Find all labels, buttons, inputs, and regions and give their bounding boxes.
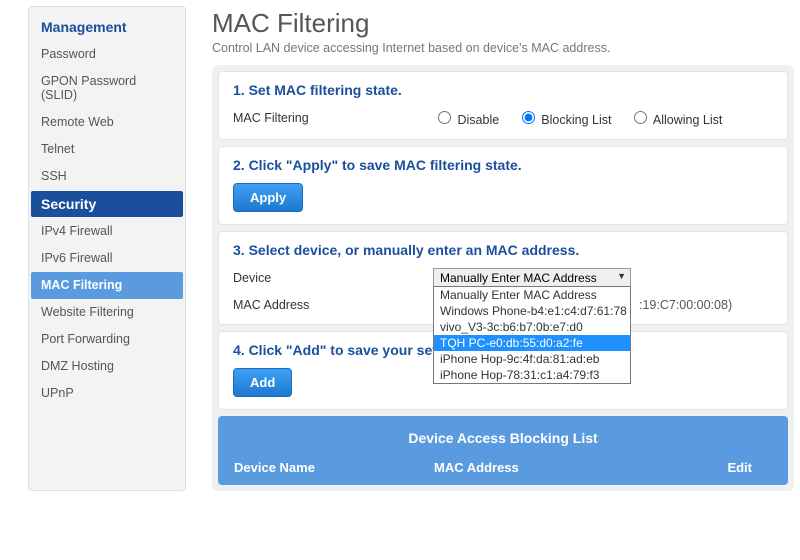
mac-example-text: :19:C7:00:00:08)	[639, 298, 732, 312]
blocking-list-panel: Device Access Blocking List Device Name …	[218, 416, 788, 485]
main-content: MAC Filtering Control LAN device accessi…	[186, 6, 794, 491]
page-subtitle: Control LAN device accessing Internet ba…	[212, 41, 794, 55]
sidebar-item-upnp[interactable]: UPnP	[31, 380, 183, 407]
apply-button[interactable]: Apply	[233, 183, 303, 212]
panel-apply: 2. Click "Apply" to save MAC filtering s…	[218, 146, 788, 225]
radio-blocking-label[interactable]: Blocking List	[517, 113, 612, 127]
device-label: Device	[233, 271, 433, 285]
config-region: 1. Set MAC filtering state. MAC Filterin…	[212, 65, 794, 491]
blocking-list-title: Device Access Blocking List	[234, 430, 772, 446]
radio-disable[interactable]	[438, 111, 451, 124]
sidebar: Management Password GPON Password (SLID)…	[28, 6, 186, 491]
page-title: MAC Filtering	[212, 8, 794, 39]
device-dropdown: Manually Enter MAC Address Windows Phone…	[433, 286, 631, 384]
sidebar-item-website-filtering[interactable]: Website Filtering	[31, 299, 183, 326]
radio-disable-label[interactable]: Disable	[433, 113, 499, 127]
sidebar-heading-management: Management	[31, 11, 183, 41]
panel-device-heading: 3. Select device, or manually enter an M…	[233, 242, 773, 258]
col-mac-address: MAC Address	[434, 460, 624, 475]
dropdown-option[interactable]: Manually Enter MAC Address	[434, 287, 630, 303]
sidebar-item-ipv6-firewall[interactable]: IPv6 Firewall	[31, 245, 183, 272]
mac-address-label: MAC Address	[233, 298, 433, 312]
dropdown-option[interactable]: vivo_V3-3c:b6:b7:0b:e7:d0	[434, 319, 630, 335]
sidebar-item-ipv4-firewall[interactable]: IPv4 Firewall	[31, 218, 183, 245]
radio-allowing-label[interactable]: Allowing List	[629, 113, 722, 127]
sidebar-item-port-forwarding[interactable]: Port Forwarding	[31, 326, 183, 353]
panel-device: 3. Select device, or manually enter an M…	[218, 231, 788, 325]
sidebar-item-password[interactable]: Password	[31, 41, 183, 68]
mac-filtering-label: MAC Filtering	[233, 111, 433, 125]
col-edit: Edit	[624, 460, 772, 475]
sidebar-item-gpon-password[interactable]: GPON Password (SLID)	[31, 68, 183, 109]
panel-state: 1. Set MAC filtering state. MAC Filterin…	[218, 71, 788, 140]
sidebar-item-remote-web[interactable]: Remote Web	[31, 109, 183, 136]
radio-allowing[interactable]	[634, 111, 647, 124]
add-button[interactable]: Add	[233, 368, 292, 397]
radio-blocking[interactable]	[522, 111, 535, 124]
device-select[interactable]: Manually Enter MAC Address	[433, 268, 631, 288]
dropdown-option-selected[interactable]: TQH PC-e0:db:55:d0:a2:fe	[434, 335, 630, 351]
dropdown-option[interactable]: iPhone Hop-78:31:c1:a4:79:f3	[434, 367, 630, 383]
dropdown-option[interactable]: Windows Phone-b4:e1:c4:d7:61:78	[434, 303, 630, 319]
sidebar-item-telnet[interactable]: Telnet	[31, 136, 183, 163]
panel-state-heading: 1. Set MAC filtering state.	[233, 82, 773, 98]
sidebar-item-ssh[interactable]: SSH	[31, 163, 183, 190]
panel-apply-heading: 2. Click "Apply" to save MAC filtering s…	[233, 157, 773, 173]
dropdown-option[interactable]: iPhone Hop-9c:4f:da:81:ad:eb	[434, 351, 630, 367]
sidebar-item-mac-filtering[interactable]: MAC Filtering	[31, 272, 183, 299]
sidebar-heading-security: Security	[31, 191, 183, 217]
col-device-name: Device Name	[234, 460, 434, 475]
sidebar-item-dmz-hosting[interactable]: DMZ Hosting	[31, 353, 183, 380]
